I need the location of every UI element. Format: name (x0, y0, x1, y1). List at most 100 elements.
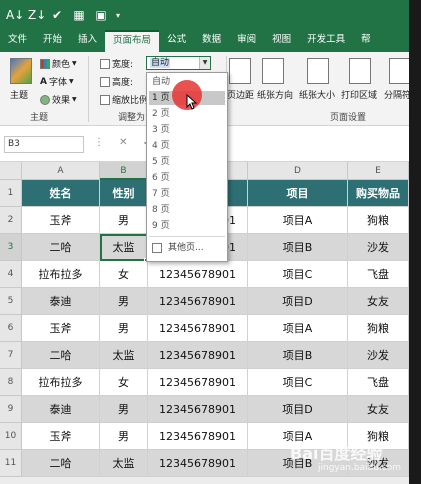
row-header[interactable]: 4 (0, 261, 22, 288)
dropdown-option-6-pages[interactable]: 6 页 (149, 171, 225, 185)
row-header[interactable]: 11 (0, 450, 22, 477)
table-cell[interactable]: 玉斧 (22, 207, 100, 234)
table-cell[interactable]: 姓名 (22, 180, 100, 207)
column-header-e[interactable]: E (348, 162, 409, 180)
table-cell[interactable]: 12345678901 (148, 342, 248, 369)
table-cell[interactable]: 男 (100, 288, 148, 315)
dropdown-option-3-pages[interactable]: 3 页 (149, 123, 225, 137)
column-header-a[interactable]: A (22, 162, 100, 180)
row-header[interactable]: 6 (0, 315, 22, 342)
sort-ascending-icon[interactable]: A↓ (6, 8, 24, 22)
tab-data[interactable]: 数据 (194, 30, 229, 52)
grid-icon[interactable]: ▦ (72, 8, 86, 22)
table-cell[interactable]: 12345678901 (148, 315, 248, 342)
row-header[interactable]: 9 (0, 396, 22, 423)
paper-size-label[interactable]: 纸张大小 (299, 88, 335, 101)
name-box[interactable]: B3 (4, 136, 84, 153)
row-header[interactable]: 7 (0, 342, 22, 369)
tab-page-layout[interactable]: 页面布局 (105, 30, 160, 52)
table-cell[interactable]: 女 (100, 369, 148, 396)
table-cell[interactable]: 二哈 (22, 234, 100, 261)
breaks-label[interactable]: 分隔符 (384, 88, 409, 101)
orientation-label[interactable]: 纸张方向 (257, 88, 293, 101)
themes-button-label[interactable]: 主题 (10, 88, 28, 101)
tab-developer[interactable]: 开发工具 (299, 30, 353, 52)
table-cell[interactable]: 泰迪 (22, 288, 100, 315)
effects-button[interactable]: 效果 ▼ (40, 93, 77, 106)
table-cell[interactable]: 沙发 (348, 342, 409, 369)
width-select[interactable]: 自动 ▼ (146, 56, 211, 70)
table-cell[interactable]: 项目D (248, 288, 348, 315)
print-area-icon[interactable] (349, 58, 371, 84)
dropdown-option-8-pages[interactable]: 8 页 (149, 203, 225, 217)
table-cell[interactable]: 飞盘 (348, 261, 409, 288)
table-cell[interactable]: 项目B (248, 342, 348, 369)
table-cell[interactable]: 12345678901 (148, 423, 248, 450)
tab-home[interactable]: 开始 (35, 30, 70, 52)
fonts-button[interactable]: A 字体 ▼ (40, 75, 74, 89)
table-cell[interactable]: 二哈 (22, 450, 100, 477)
tab-review[interactable]: 审阅 (229, 30, 264, 52)
active-cell[interactable]: 太监 (100, 234, 148, 261)
column-header-b[interactable]: B (100, 162, 148, 180)
dropdown-option-4-pages[interactable]: 4 页 (149, 139, 225, 153)
table-cell[interactable]: 项目A (248, 207, 348, 234)
row-header[interactable]: 5 (0, 288, 22, 315)
table-cell[interactable]: 玉斧 (22, 315, 100, 342)
table-cell[interactable]: 太监 (100, 342, 148, 369)
table-cell[interactable]: 女 (100, 261, 148, 288)
chevron-down-icon[interactable]: ▼ (199, 57, 210, 69)
table-cell[interactable]: 12345678901 (148, 396, 248, 423)
table-cell[interactable]: 12345678901 (148, 261, 248, 288)
table-cell[interactable]: 12345678901 (148, 369, 248, 396)
tab-insert[interactable]: 插入 (70, 30, 105, 52)
paper-size-icon[interactable] (307, 58, 329, 84)
table-cell[interactable]: 性别 (100, 180, 148, 207)
dropdown-option-7-pages[interactable]: 7 页 (149, 187, 225, 201)
table-cell[interactable]: 女友 (348, 396, 409, 423)
dropdown-option-5-pages[interactable]: 5 页 (149, 155, 225, 169)
row-header[interactable]: 8 (0, 369, 22, 396)
row-header[interactable]: 1 (0, 180, 22, 207)
print-area-label[interactable]: 打印区域 (341, 88, 377, 101)
margins-label[interactable]: 页边距 (227, 88, 254, 101)
sort-descending-icon[interactable]: Z↓ (28, 8, 46, 22)
table-cell[interactable]: 太监 (100, 450, 148, 477)
table-cell[interactable]: 购买物品 (348, 180, 409, 207)
themes-icon[interactable] (10, 58, 32, 84)
tab-help[interactable]: 帮 (353, 30, 379, 52)
orientation-icon[interactable] (262, 58, 284, 84)
table-cell[interactable]: 拉布拉多 (22, 261, 100, 288)
table-cell[interactable]: 拉布拉多 (22, 369, 100, 396)
table-cell[interactable]: 项目D (248, 396, 348, 423)
table-cell[interactable]: 项目A (248, 315, 348, 342)
table-cell[interactable]: 男 (100, 396, 148, 423)
tab-view[interactable]: 视图 (264, 30, 299, 52)
table-cell[interactable]: 项目B (248, 234, 348, 261)
select-all-corner[interactable] (0, 162, 22, 180)
margins-icon[interactable] (229, 58, 251, 84)
table-cell[interactable]: 沙发 (348, 234, 409, 261)
table-cell[interactable]: 男 (100, 423, 148, 450)
dropdown-option-9-pages[interactable]: 9 页 (149, 219, 225, 233)
column-header-d[interactable]: D (248, 162, 348, 180)
table-cell[interactable]: 女友 (348, 288, 409, 315)
table-cell[interactable]: 二哈 (22, 342, 100, 369)
table-cell[interactable]: 项目 (248, 180, 348, 207)
table-cell[interactable]: 狗粮 (348, 315, 409, 342)
tab-formulas[interactable]: 公式 (159, 30, 194, 52)
breaks-icon[interactable] (389, 58, 409, 84)
table-cell[interactable]: 男 (100, 315, 148, 342)
dropdown-option-more-pages[interactable]: 其他页... (149, 240, 225, 256)
table-cell[interactable]: 玉斧 (22, 423, 100, 450)
table-cell[interactable]: 飞盘 (348, 369, 409, 396)
table-cell[interactable]: 狗粮 (348, 207, 409, 234)
grid-alt-icon[interactable]: ▣ (94, 8, 108, 22)
table-cell[interactable]: 项目C (248, 261, 348, 288)
tab-file[interactable]: 文件 (0, 30, 35, 52)
table-cell[interactable]: 12345678901 (148, 288, 248, 315)
row-header[interactable]: 2 (0, 207, 22, 234)
table-cell[interactable]: 项目C (248, 369, 348, 396)
colors-button[interactable]: 颜色 ▼ (40, 57, 77, 70)
table-cell[interactable]: 男 (100, 207, 148, 234)
